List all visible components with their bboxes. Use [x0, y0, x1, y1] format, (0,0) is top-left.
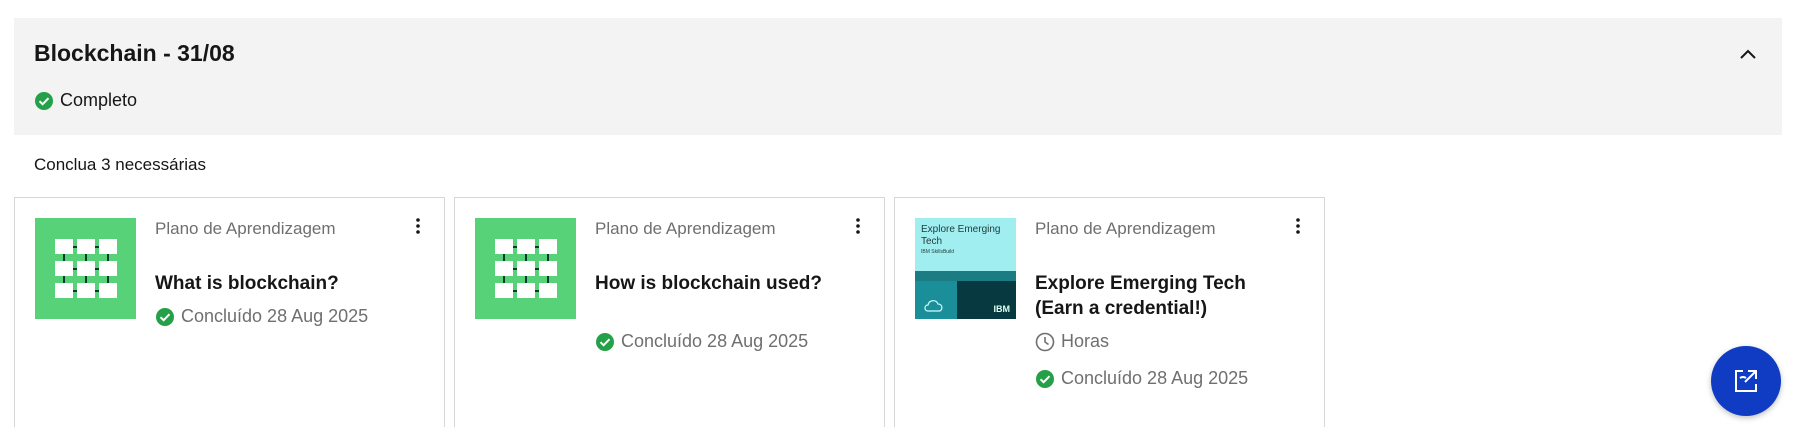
launch-icon	[1735, 370, 1757, 392]
card-type: Plano de Aprendizagem	[155, 219, 336, 238]
card-duration: Horas	[1035, 331, 1109, 352]
thumb-subtext: IBM SkillsBuild	[921, 249, 955, 255]
card-completed-label: Concluído 28 Aug 2025	[621, 331, 809, 351]
checkmark-filled-icon	[34, 91, 54, 111]
card-duration-label: Horas	[1061, 331, 1110, 351]
launch-fab-button[interactable]	[1711, 346, 1781, 416]
card-thumbnail	[35, 218, 136, 319]
overflow-menu-icon	[416, 218, 420, 234]
overflow-menu-button[interactable]	[1290, 214, 1306, 238]
checkmark-filled-icon	[595, 332, 615, 352]
card-thumbnail: Explore Emerging Tech IBM SkillsBuild IB…	[915, 218, 1016, 319]
checkmark-filled-icon	[1035, 369, 1055, 389]
card-type: Plano de Aprendizagem	[1035, 219, 1216, 238]
section-status-label: Completo	[60, 90, 138, 110]
overflow-menu-button[interactable]	[410, 214, 426, 238]
ibm-logo: IBM	[993, 304, 1011, 314]
card-title[interactable]: How is blockchain used?	[595, 271, 840, 296]
card-completed: Concluído 28 Aug 2025	[595, 331, 808, 352]
cloud-icon	[924, 300, 943, 312]
overflow-menu-icon	[856, 218, 860, 234]
blockchain-grid-icon	[54, 238, 117, 298]
card-title[interactable]: What is blockchain?	[155, 271, 400, 296]
learning-card[interactable]: Explore Emerging Tech IBM SkillsBuild IB…	[894, 197, 1325, 427]
overflow-menu-button[interactable]	[850, 214, 866, 238]
collapse-button[interactable]	[1734, 40, 1762, 68]
required-note: Conclua 3 necessárias	[34, 155, 206, 174]
section-title: Blockchain - 31/08	[34, 40, 235, 66]
learning-card[interactable]: Plano de Aprendizagem How is blockchain …	[454, 197, 885, 427]
card-completed-label: Concluído 28 Aug 2025	[181, 306, 369, 326]
chevron-up-icon	[1740, 49, 1756, 59]
blockchain-grid-icon	[494, 238, 557, 298]
clock-icon	[1035, 332, 1055, 352]
card-type: Plano de Aprendizagem	[595, 219, 776, 238]
card-completed-label: Concluído 28 Aug 2025	[1061, 368, 1249, 388]
checkmark-filled-icon	[155, 307, 175, 327]
thumb-headline: Explore Emerging Tech	[921, 224, 1001, 247]
learning-card[interactable]: Plano de Aprendizagem What is blockchain…	[14, 197, 445, 427]
card-completed: Concluído 28 Aug 2025	[155, 306, 368, 327]
section-status: Completo	[34, 90, 137, 111]
section-header: Blockchain - 31/08 Completo	[14, 18, 1782, 135]
overflow-menu-icon	[1296, 218, 1300, 234]
card-thumbnail	[475, 218, 576, 319]
card-completed: Concluído 28 Aug 2025	[1035, 368, 1248, 389]
card-title[interactable]: Explore Emerging Tech (Earn a credential…	[1035, 271, 1280, 321]
